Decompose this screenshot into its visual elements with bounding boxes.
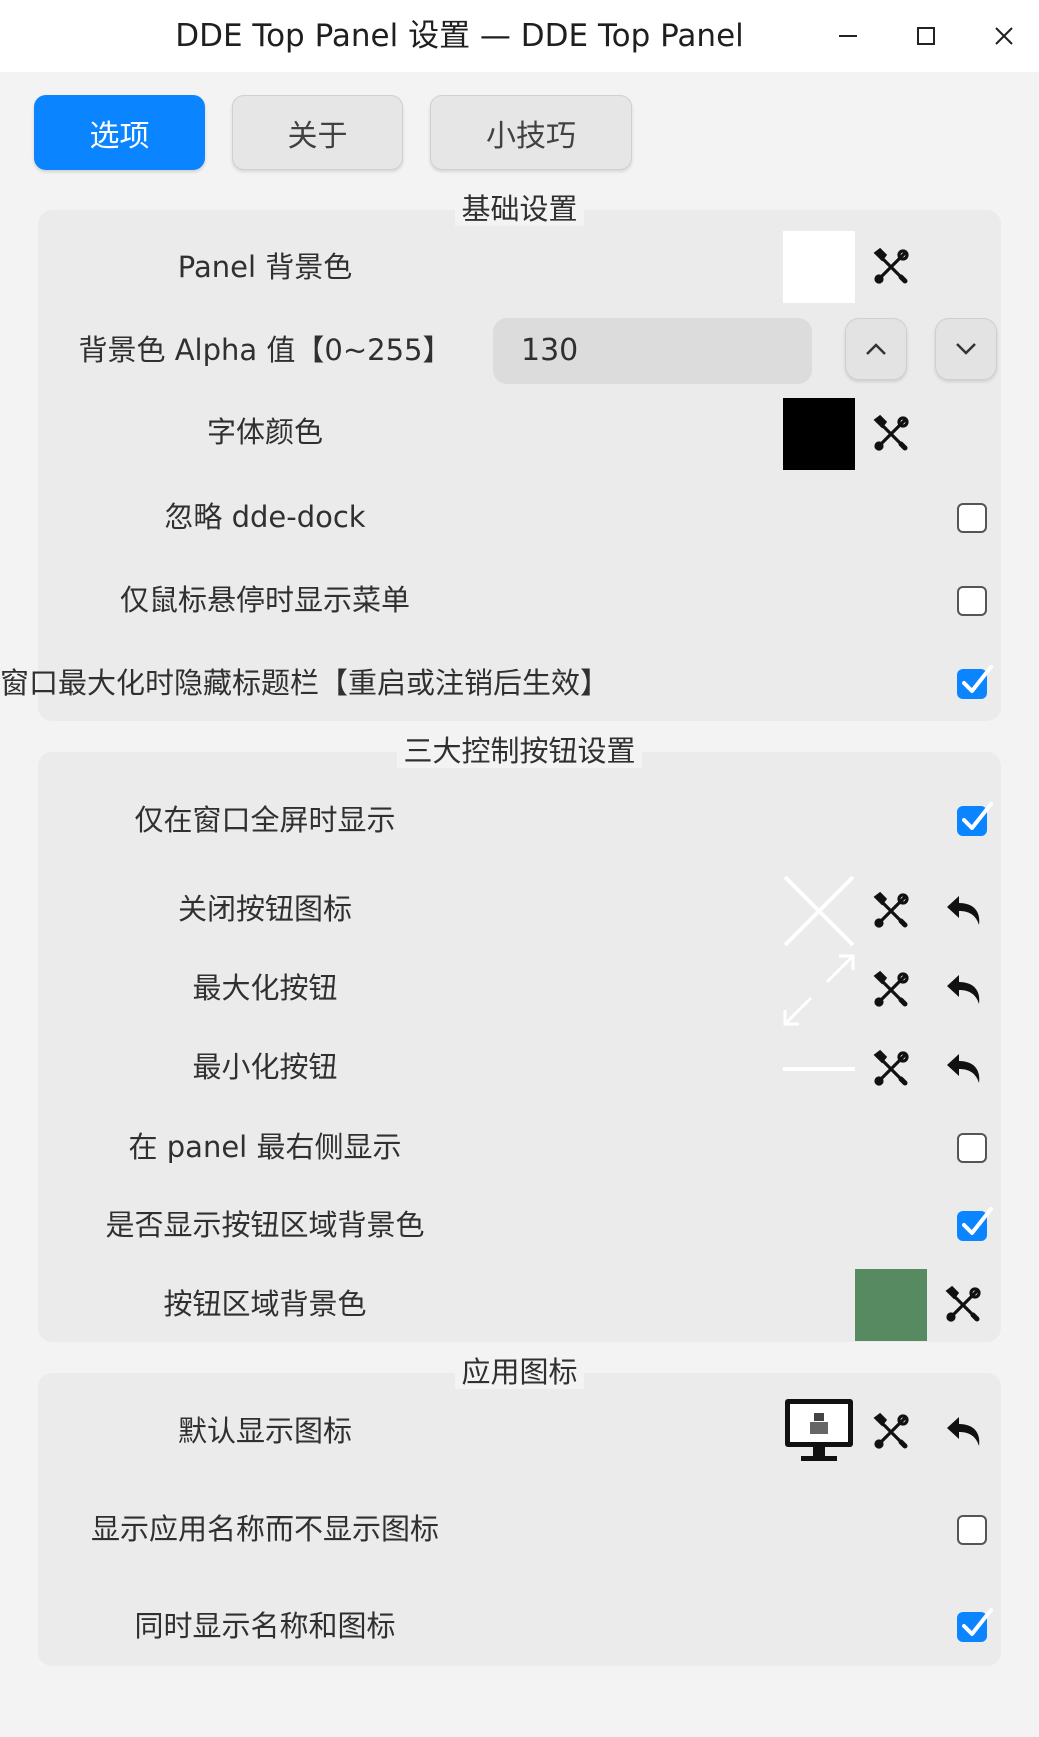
close-preview-icon [783,875,855,947]
fullscreen-only-checkbox[interactable] [957,802,993,836]
panel-bg-label: Panel 背景色 [177,250,353,284]
tools-icon[interactable] [869,245,913,289]
minimize-preview-icon [783,1033,855,1105]
tab-tips[interactable]: 小技巧 [430,95,632,170]
default-icon-label: 默认显示图标 [177,1414,352,1448]
hover-menu-checkbox[interactable] [957,586,987,616]
font-color-label: 字体颜色 [206,415,323,449]
bg-color-label: 按钮区域背景色 [163,1287,367,1321]
tab-options[interactable]: 选项 [34,95,205,170]
window-titlebar: DDE Top Panel 设置 — DDE Top Panel [0,0,1039,72]
minimize-label: 最小化按钮 [192,1050,338,1084]
checkmark-icon [962,1608,993,1636]
tab-about[interactable]: 关于 [232,95,403,170]
panel-bg-swatch[interactable] [783,231,855,303]
chevron-down-icon[interactable] [935,318,997,380]
maximize-label: 最大化按钮 [192,971,338,1005]
maximize-preview-icon [783,954,855,1026]
close-icon[interactable] [984,18,1024,54]
ignore-dock-checkbox[interactable] [957,503,987,533]
rightmost-checkbox[interactable] [957,1133,987,1163]
undo-icon[interactable] [941,1410,985,1454]
show-bg-checkbox[interactable] [957,1207,993,1241]
chevron-up-icon[interactable] [845,318,907,380]
both-label: 同时显示名称和图标 [134,1609,396,1643]
ignore-dock-label: 忽略 dde-dock [164,500,366,534]
computer-icon [783,1395,855,1467]
show-bg-label: 是否显示按钮区域背景色 [105,1208,425,1242]
tools-icon[interactable] [869,1047,913,1091]
tools-icon[interactable] [869,1410,913,1454]
rightmost-label: 在 panel 最右侧显示 [128,1130,402,1164]
undo-icon[interactable] [941,968,985,1012]
name-only-label: 显示应用名称而不显示图标 [90,1512,439,1546]
maximize-icon[interactable] [906,18,946,54]
undo-icon[interactable] [941,889,985,933]
hide-titlebar-label: 窗口最大化时隐藏标题栏【重启或注销后生效】 [0,666,610,700]
tools-icon[interactable] [941,1283,985,1327]
checkmark-icon [962,802,993,830]
hide-titlebar-checkbox[interactable] [957,665,993,699]
minimize-icon[interactable] [828,18,868,54]
window-title: DDE Top Panel 设置 — DDE Top Panel [175,18,744,54]
tools-icon[interactable] [869,968,913,1012]
tools-icon[interactable] [869,412,913,456]
fullscreen-only-label: 仅在窗口全屏时显示 [134,803,396,837]
font-color-swatch[interactable] [783,398,855,470]
undo-icon[interactable] [941,1047,985,1091]
close-icon-label: 关闭按钮图标 [177,892,352,926]
alpha-input[interactable]: 130 [493,318,812,384]
name-only-checkbox[interactable] [957,1515,987,1545]
control-buttons-title: 三大控制按钮设置 [0,731,1039,771]
bg-color-swatch[interactable] [855,1269,927,1341]
both-checkbox[interactable] [957,1608,993,1642]
app-icon-title: 应用图标 [0,1352,1039,1392]
checkmark-icon [962,1207,993,1235]
tools-icon[interactable] [869,889,913,933]
basic-settings-title: 基础设置 [0,189,1039,229]
checkmark-icon [962,665,993,693]
hover-menu-label: 仅鼠标悬停时显示菜单 [119,583,410,617]
alpha-label: 背景色 Alpha 值【0~255】 [78,333,452,367]
